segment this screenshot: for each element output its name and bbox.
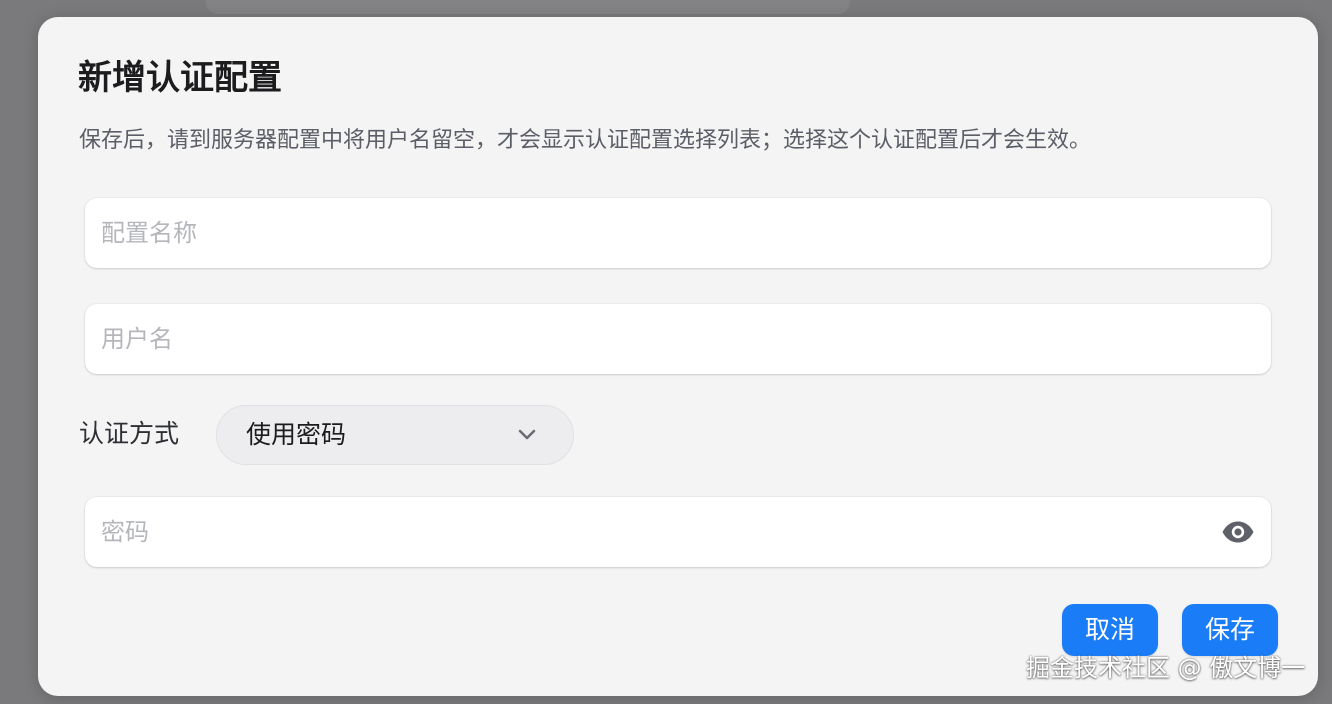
eye-icon[interactable]	[1221, 520, 1255, 544]
password-input[interactable]	[85, 497, 1271, 567]
dialog-description: 保存后，请到服务器配置中将用户名留空，才会显示认证配置选择列表；选择这个认证配置…	[79, 128, 1092, 153]
config-name-input[interactable]	[85, 198, 1271, 268]
auth-method-label: 认证方式	[79, 419, 180, 448]
auth-config-dialog: 新增认证配置 保存后，请到服务器配置中将用户名留空，才会显示认证配置选择列表；选…	[38, 17, 1318, 696]
auth-method-select[interactable]: 使用密码	[216, 405, 574, 465]
auth-method-selected: 使用密码	[246, 420, 347, 449]
save-button[interactable]: 保存	[1182, 604, 1278, 656]
chevron-down-icon	[518, 429, 536, 440]
watermark-text: 掘金技术社区 @ 傲文博一	[1026, 654, 1306, 682]
background-window-edge	[206, 0, 850, 14]
config-name-field	[85, 198, 1271, 268]
dialog-title: 新增认证配置	[78, 58, 282, 98]
username-input[interactable]	[85, 304, 1271, 374]
cancel-button[interactable]: 取消	[1062, 604, 1158, 656]
username-field	[85, 304, 1271, 374]
password-field	[85, 497, 1271, 567]
